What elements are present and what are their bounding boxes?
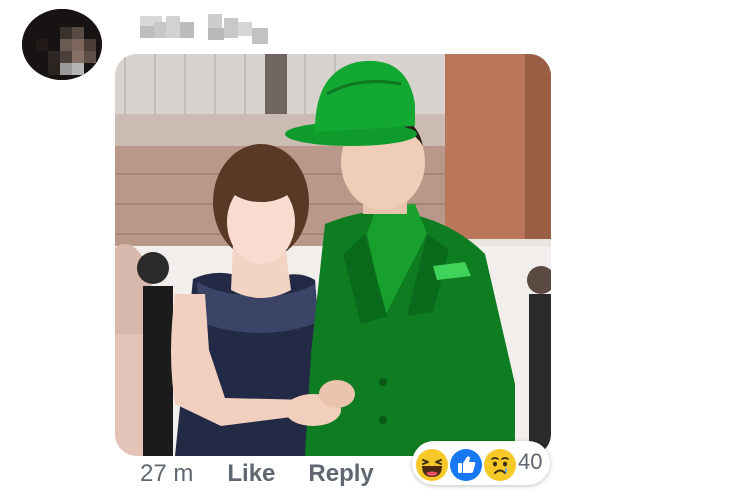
author-name[interactable] <box>140 12 280 46</box>
blurred-name-block <box>208 28 224 40</box>
sad-reaction-icon <box>482 447 518 483</box>
reply-button[interactable]: Reply <box>308 460 373 488</box>
blurred-name-block <box>252 28 268 44</box>
haha-reaction-icon <box>414 447 450 483</box>
reaction-summary[interactable]: 40 <box>412 441 550 485</box>
author-name-text <box>140 12 141 13</box>
blurred-avatar-icon <box>22 9 102 80</box>
reaction-count: 40 <box>518 449 543 474</box>
blurred-name-block <box>140 26 154 38</box>
blurred-name-block <box>238 22 252 36</box>
comment-photo[interactable] <box>115 54 551 456</box>
blurred-name-block <box>154 22 166 38</box>
blurred-name-block <box>166 16 180 38</box>
blurred-name-block <box>208 14 222 28</box>
blurred-name-block <box>224 18 238 38</box>
comment-meta: 27 m Like Reply <box>140 458 374 490</box>
photo-attachment-icon <box>115 54 551 456</box>
blurred-name-block <box>180 22 194 38</box>
avatar[interactable] <box>22 9 102 80</box>
comment-container: 27 m Like Reply 40 <box>0 0 749 493</box>
like-reaction-icon <box>448 447 484 483</box>
comment-timestamp[interactable]: 27 m <box>140 460 193 488</box>
like-button[interactable]: Like <box>227 460 275 488</box>
